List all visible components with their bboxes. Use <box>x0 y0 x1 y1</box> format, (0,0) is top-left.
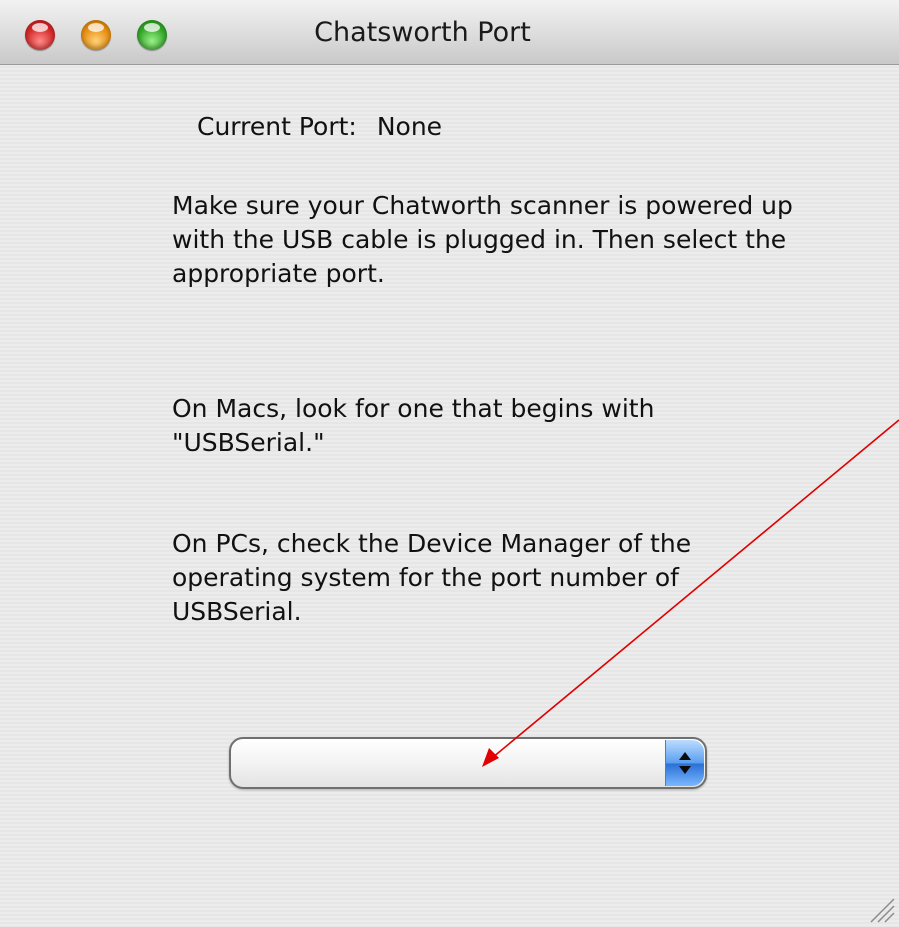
instruction-paragraph-1: Make sure your Chatworth scanner is powe… <box>172 191 793 288</box>
current-port-value: None <box>376 112 443 141</box>
arrow-down-icon <box>679 766 691 774</box>
title-bar[interactable]: Chatsworth Port <box>0 0 899 65</box>
window-title: Chatsworth Port <box>314 17 531 48</box>
port-select-popup[interactable] <box>229 737 707 789</box>
current-port-label: Current Port: <box>197 112 357 141</box>
instruction-paragraph-2: On Macs, look for one that begins with "… <box>172 394 655 457</box>
instruction-paragraph-3: On PCs, check the Device Manager of the … <box>172 529 692 626</box>
arrow-up-icon <box>679 752 691 760</box>
resize-grip-icon[interactable] <box>867 895 895 923</box>
port-window: Chatsworth Port Current Port: None Make s… <box>0 0 899 927</box>
popup-arrows-icon[interactable] <box>665 740 704 786</box>
current-port-status: Current Port: None <box>197 112 442 141</box>
